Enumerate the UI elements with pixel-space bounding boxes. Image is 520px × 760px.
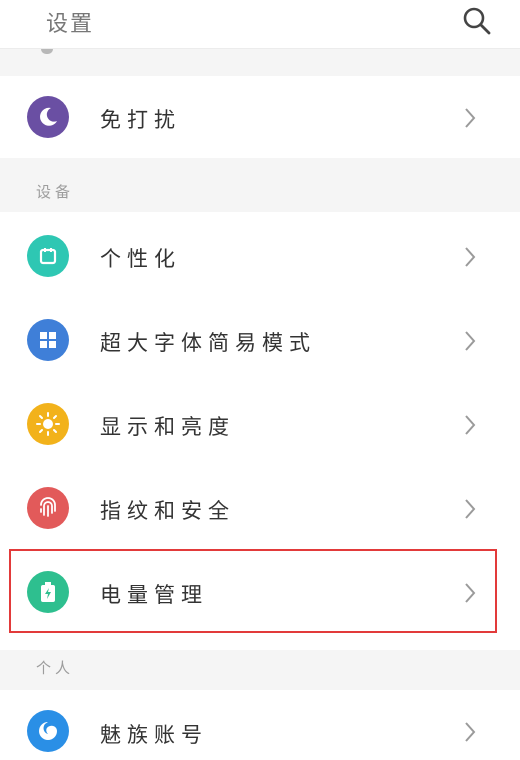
row-label: 显示和亮度 — [100, 415, 235, 439]
row-label: 免打扰 — [100, 108, 181, 132]
chevron-right-icon — [465, 247, 476, 267]
section-label-device: 设备 — [36, 183, 75, 201]
row-label: 个性化 — [100, 247, 181, 271]
chevron-right-icon — [465, 499, 476, 519]
chevron-right-icon — [465, 415, 476, 435]
row-fingerprint-security[interactable]: 指纹和安全 — [0, 466, 520, 550]
personalize-icon — [27, 235, 69, 277]
app-header: 设置 — [0, 0, 520, 49]
grid-icon — [27, 319, 69, 361]
page-title: 设置 — [46, 12, 95, 37]
row-personalization[interactable]: 个性化 — [0, 214, 520, 298]
chevron-right-icon — [465, 722, 476, 742]
sun-icon — [27, 403, 69, 445]
row-label: 指纹和安全 — [100, 499, 235, 523]
row-meizu-account[interactable]: 魅族账号 — [0, 690, 520, 760]
search-icon[interactable] — [460, 4, 494, 38]
row-battery-management[interactable]: 电量管理 — [0, 550, 520, 634]
account-icon — [27, 710, 69, 752]
chevron-right-icon — [465, 108, 476, 128]
chevron-right-icon — [465, 583, 476, 603]
fingerprint-icon — [27, 487, 69, 529]
row-label: 超大字体简易模式 — [100, 331, 316, 355]
row-do-not-disturb[interactable]: 免打扰 — [0, 76, 520, 158]
section-label-personal: 个人 — [36, 659, 75, 677]
chevron-right-icon — [465, 331, 476, 351]
row-label: 电量管理 — [100, 583, 208, 607]
row-label: 魅族账号 — [100, 723, 208, 747]
battery-icon — [27, 571, 69, 613]
row-large-font-mode[interactable]: 超大字体简易模式 — [0, 298, 520, 382]
moon-icon — [27, 96, 69, 138]
partial-icon — [41, 49, 53, 54]
row-display-brightness[interactable]: 显示和亮度 — [0, 382, 520, 466]
